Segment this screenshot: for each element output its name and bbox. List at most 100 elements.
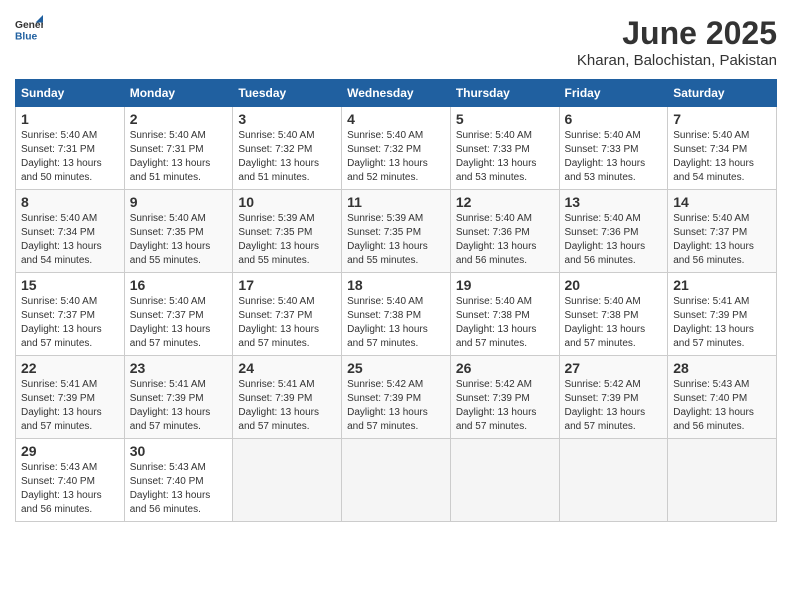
day-info: Sunrise: 5:40 AMSunset: 7:37 PMDaylight:… [130,296,211,349]
calendar-cell: 25 Sunrise: 5:42 AMSunset: 7:39 PMDaylig… [342,356,451,439]
day-info: Sunrise: 5:40 AMSunset: 7:31 PMDaylight:… [130,130,211,183]
day-info: Sunrise: 5:40 AMSunset: 7:34 PMDaylight:… [673,130,754,183]
day-info: Sunrise: 5:41 AMSunset: 7:39 PMDaylight:… [21,379,102,432]
calendar-cell: 22 Sunrise: 5:41 AMSunset: 7:39 PMDaylig… [16,356,125,439]
calendar-cell: 29 Sunrise: 5:43 AMSunset: 7:40 PMDaylig… [16,439,125,522]
calendar-cell: 6 Sunrise: 5:40 AMSunset: 7:33 PMDayligh… [559,107,668,190]
day-info: Sunrise: 5:40 AMSunset: 7:33 PMDaylight:… [456,130,537,183]
day-number: 25 [347,360,445,376]
day-info: Sunrise: 5:42 AMSunset: 7:39 PMDaylight:… [456,379,537,432]
day-number: 18 [347,277,445,293]
day-number: 22 [21,360,119,376]
header: General Blue June 2025 Kharan, Balochist… [15,15,777,69]
calendar-cell [450,439,559,522]
day-info: Sunrise: 5:43 AMSunset: 7:40 PMDaylight:… [130,462,211,515]
calendar-cell: 13 Sunrise: 5:40 AMSunset: 7:36 PMDaylig… [559,190,668,273]
calendar-cell: 11 Sunrise: 5:39 AMSunset: 7:35 PMDaylig… [342,190,451,273]
day-number: 23 [130,360,228,376]
calendar-cell: 28 Sunrise: 5:43 AMSunset: 7:40 PMDaylig… [668,356,777,439]
day-number: 17 [238,277,336,293]
calendar-week-1: 1 Sunrise: 5:40 AMSunset: 7:31 PMDayligh… [16,107,777,190]
day-number: 16 [130,277,228,293]
day-info: Sunrise: 5:40 AMSunset: 7:38 PMDaylight:… [565,296,646,349]
day-number: 20 [565,277,663,293]
calendar-cell [559,439,668,522]
weekday-header-tuesday: Tuesday [233,80,342,107]
weekday-header-monday: Monday [124,80,233,107]
day-number: 3 [238,111,336,127]
day-number: 21 [673,277,771,293]
day-number: 30 [130,443,228,459]
day-info: Sunrise: 5:40 AMSunset: 7:32 PMDaylight:… [347,130,428,183]
calendar-cell [342,439,451,522]
day-info: Sunrise: 5:43 AMSunset: 7:40 PMDaylight:… [21,462,102,515]
location-title: Kharan, Balochistan, Pakistan [577,52,777,69]
svg-text:Blue: Blue [15,31,38,42]
calendar-cell: 1 Sunrise: 5:40 AMSunset: 7:31 PMDayligh… [16,107,125,190]
day-number: 27 [565,360,663,376]
calendar-cell: 10 Sunrise: 5:39 AMSunset: 7:35 PMDaylig… [233,190,342,273]
title-section: June 2025 Kharan, Balochistan, Pakistan [577,15,777,69]
weekday-header-friday: Friday [559,80,668,107]
calendar-cell: 19 Sunrise: 5:40 AMSunset: 7:38 PMDaylig… [450,273,559,356]
day-info: Sunrise: 5:40 AMSunset: 7:37 PMDaylight:… [21,296,102,349]
day-number: 7 [673,111,771,127]
calendar-table: SundayMondayTuesdayWednesdayThursdayFrid… [15,79,777,522]
day-info: Sunrise: 5:40 AMSunset: 7:31 PMDaylight:… [21,130,102,183]
weekday-header-saturday: Saturday [668,80,777,107]
calendar-cell: 24 Sunrise: 5:41 AMSunset: 7:39 PMDaylig… [233,356,342,439]
day-info: Sunrise: 5:41 AMSunset: 7:39 PMDaylight:… [673,296,754,349]
day-info: Sunrise: 5:40 AMSunset: 7:35 PMDaylight:… [130,213,211,266]
day-number: 13 [565,194,663,210]
day-info: Sunrise: 5:42 AMSunset: 7:39 PMDaylight:… [347,379,428,432]
calendar-cell: 5 Sunrise: 5:40 AMSunset: 7:33 PMDayligh… [450,107,559,190]
calendar-week-4: 22 Sunrise: 5:41 AMSunset: 7:39 PMDaylig… [16,356,777,439]
day-info: Sunrise: 5:40 AMSunset: 7:36 PMDaylight:… [565,213,646,266]
calendar-cell [668,439,777,522]
calendar-cell: 4 Sunrise: 5:40 AMSunset: 7:32 PMDayligh… [342,107,451,190]
day-number: 29 [21,443,119,459]
calendar-cell: 27 Sunrise: 5:42 AMSunset: 7:39 PMDaylig… [559,356,668,439]
day-number: 4 [347,111,445,127]
day-info: Sunrise: 5:41 AMSunset: 7:39 PMDaylight:… [238,379,319,432]
calendar-cell: 18 Sunrise: 5:40 AMSunset: 7:38 PMDaylig… [342,273,451,356]
day-number: 5 [456,111,554,127]
logo-icon: General Blue [15,15,43,43]
calendar-cell: 14 Sunrise: 5:40 AMSunset: 7:37 PMDaylig… [668,190,777,273]
calendar-week-5: 29 Sunrise: 5:43 AMSunset: 7:40 PMDaylig… [16,439,777,522]
calendar-cell: 17 Sunrise: 5:40 AMSunset: 7:37 PMDaylig… [233,273,342,356]
day-info: Sunrise: 5:40 AMSunset: 7:33 PMDaylight:… [565,130,646,183]
day-info: Sunrise: 5:39 AMSunset: 7:35 PMDaylight:… [238,213,319,266]
day-info: Sunrise: 5:41 AMSunset: 7:39 PMDaylight:… [130,379,211,432]
weekday-header-thursday: Thursday [450,80,559,107]
calendar-cell: 20 Sunrise: 5:40 AMSunset: 7:38 PMDaylig… [559,273,668,356]
calendar-week-2: 8 Sunrise: 5:40 AMSunset: 7:34 PMDayligh… [16,190,777,273]
calendar-week-3: 15 Sunrise: 5:40 AMSunset: 7:37 PMDaylig… [16,273,777,356]
calendar-cell: 2 Sunrise: 5:40 AMSunset: 7:31 PMDayligh… [124,107,233,190]
logo: General Blue [15,15,43,43]
calendar-cell: 30 Sunrise: 5:43 AMSunset: 7:40 PMDaylig… [124,439,233,522]
day-number: 2 [130,111,228,127]
day-number: 1 [21,111,119,127]
day-number: 10 [238,194,336,210]
day-number: 24 [238,360,336,376]
day-number: 11 [347,194,445,210]
day-info: Sunrise: 5:43 AMSunset: 7:40 PMDaylight:… [673,379,754,432]
calendar-cell: 7 Sunrise: 5:40 AMSunset: 7:34 PMDayligh… [668,107,777,190]
day-number: 6 [565,111,663,127]
day-info: Sunrise: 5:40 AMSunset: 7:34 PMDaylight:… [21,213,102,266]
day-number: 8 [21,194,119,210]
calendar-cell [233,439,342,522]
day-info: Sunrise: 5:40 AMSunset: 7:38 PMDaylight:… [347,296,428,349]
day-number: 14 [673,194,771,210]
weekday-header-sunday: Sunday [16,80,125,107]
day-number: 19 [456,277,554,293]
calendar-cell: 26 Sunrise: 5:42 AMSunset: 7:39 PMDaylig… [450,356,559,439]
weekday-header-wednesday: Wednesday [342,80,451,107]
calendar-cell: 8 Sunrise: 5:40 AMSunset: 7:34 PMDayligh… [16,190,125,273]
day-info: Sunrise: 5:39 AMSunset: 7:35 PMDaylight:… [347,213,428,266]
day-info: Sunrise: 5:42 AMSunset: 7:39 PMDaylight:… [565,379,646,432]
day-number: 9 [130,194,228,210]
calendar-cell: 15 Sunrise: 5:40 AMSunset: 7:37 PMDaylig… [16,273,125,356]
day-info: Sunrise: 5:40 AMSunset: 7:37 PMDaylight:… [238,296,319,349]
